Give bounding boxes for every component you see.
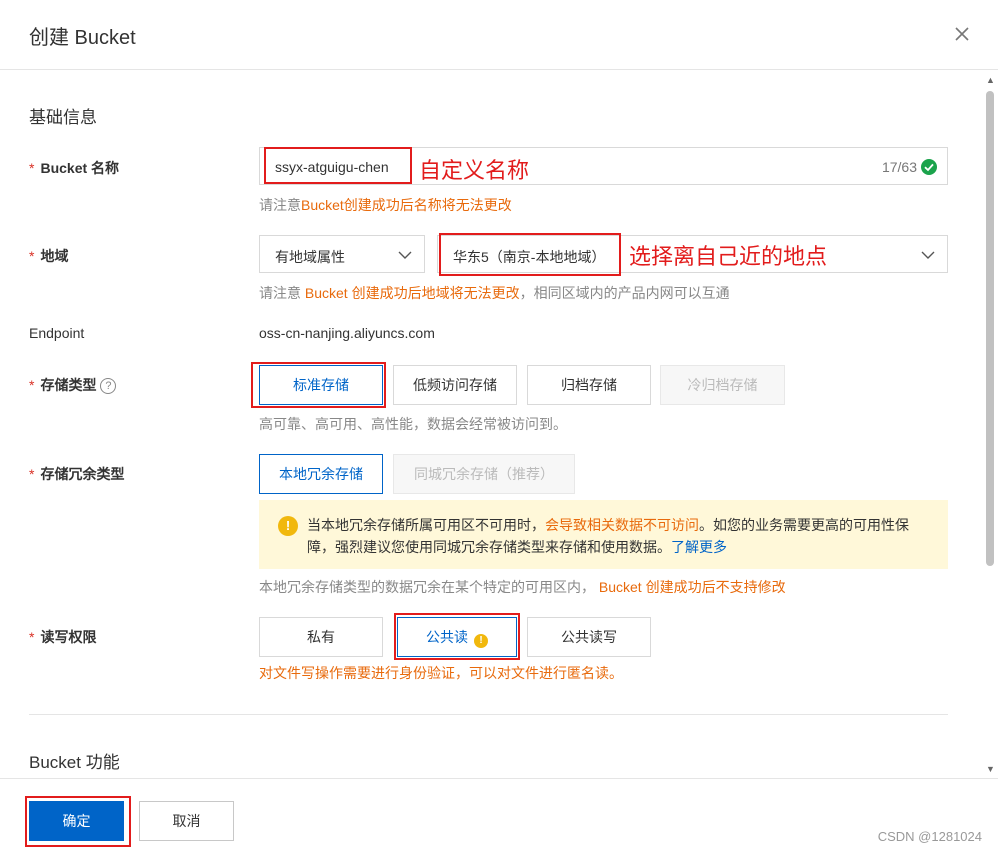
redundancy-hint: 本地冗余存储类型的数据冗余在某个特定的可用区内， Bucket 创建成功后不支持… — [259, 579, 786, 595]
cancel-button[interactable]: 取消 — [139, 801, 234, 841]
section-divider — [29, 714, 948, 715]
endpoint-label: Endpoint — [29, 325, 85, 341]
storage-archive-option[interactable]: 归档存储 — [527, 365, 651, 405]
basic-info-title: 基础信息 — [29, 108, 97, 127]
acl-public-read-option[interactable]: 公共读! — [397, 617, 517, 657]
help-icon[interactable]: ? — [100, 378, 117, 394]
chevron-down-icon — [921, 251, 935, 259]
watermark: CSDN @1281024 — [877, 829, 982, 844]
notice-text: 当本地冗余存储所属可用区不可用时，会导致相关数据不可访问。如您的业务需要更高的可… — [307, 517, 909, 555]
acl-private-option[interactable]: 私有 — [259, 617, 383, 657]
redundancy-notice: ! 当本地冗余存储所属可用区不可用时，会导致相关数据不可访问。如您的业务需要更高… — [259, 500, 948, 569]
region-attr-select[interactable]: 有地域属性 — [259, 235, 425, 273]
bucket-name-hint: 请注意Bucket创建成功后名称将无法更改 — [259, 197, 512, 213]
scroll-thumb[interactable] — [986, 91, 994, 566]
bucket-name-input[interactable]: ssyx-atguigu-chen 17/63 — [259, 147, 948, 185]
redundancy-label: * 存储冗余类型 — [29, 466, 125, 482]
acl-label: * 读写权限 — [29, 629, 97, 645]
storage-cold-archive-option: 冷归档存储 — [660, 365, 785, 405]
endpoint-value: oss-cn-nanjing.aliyuncs.com — [259, 325, 435, 341]
storage-standard-option[interactable]: 标准存储 — [259, 365, 383, 405]
region-label: * 地域 — [29, 248, 69, 264]
learn-more-link[interactable]: 了解更多 — [671, 539, 727, 555]
scroll-down-icon[interactable]: ▼ — [986, 764, 995, 774]
char-count: 17/63 — [881, 159, 917, 175]
warning-icon: ! — [278, 516, 298, 536]
dialog-title: 创建 Bucket — [29, 27, 136, 49]
check-icon — [921, 159, 937, 175]
dialog-footer: 确定 取消 CSDN @1281024 — [0, 778, 998, 851]
confirm-button[interactable]: 确定 — [29, 801, 124, 841]
scroll-up-icon[interactable]: ▲ — [986, 75, 995, 85]
region-hint: 请注意 Bucket 创建成功后地域将无法更改，相同区域内的产品内网可以互通 — [259, 285, 730, 301]
acl-public-read-write-option[interactable]: 公共读写 — [527, 617, 651, 657]
close-icon[interactable] — [950, 22, 974, 46]
redundancy-lrs-option[interactable]: 本地冗余存储 — [259, 454, 383, 494]
region-value: 华东5（南京-本地地域） — [453, 249, 606, 265]
warning-icon: ! — [474, 634, 488, 648]
scrollbar[interactable]: ▲ ▼ — [982, 71, 998, 778]
region-attr-value: 有地域属性 — [275, 249, 345, 265]
bucket-name-value: ssyx-atguigu-chen — [275, 159, 389, 175]
bucket-name-label: * Bucket 名称 — [29, 160, 120, 176]
chevron-down-icon — [398, 251, 412, 259]
storage-class-label: * 存储类型? — [29, 375, 117, 395]
features-title: Bucket 功能 — [29, 753, 120, 772]
storage-class-hint: 高可靠、高可用、高性能，数据会经常被访问到。 — [259, 416, 567, 432]
dialog-header: 创建 Bucket — [0, 0, 998, 70]
acl-hint: 对文件写操作需要进行身份验证，可以对文件进行匿名读。 — [259, 665, 623, 681]
dialog-body: 基础信息 * Bucket 名称 ssyx-atguigu-chen 17/63 … — [0, 71, 982, 778]
annotation-region: 选择离自己近的地点 — [629, 244, 828, 269]
annotation-name: 自定义名称 — [419, 158, 530, 183]
storage-ia-option[interactable]: 低频访问存储 — [393, 365, 517, 405]
redundancy-zrs-option: 同城冗余存储（推荐） — [393, 454, 575, 494]
